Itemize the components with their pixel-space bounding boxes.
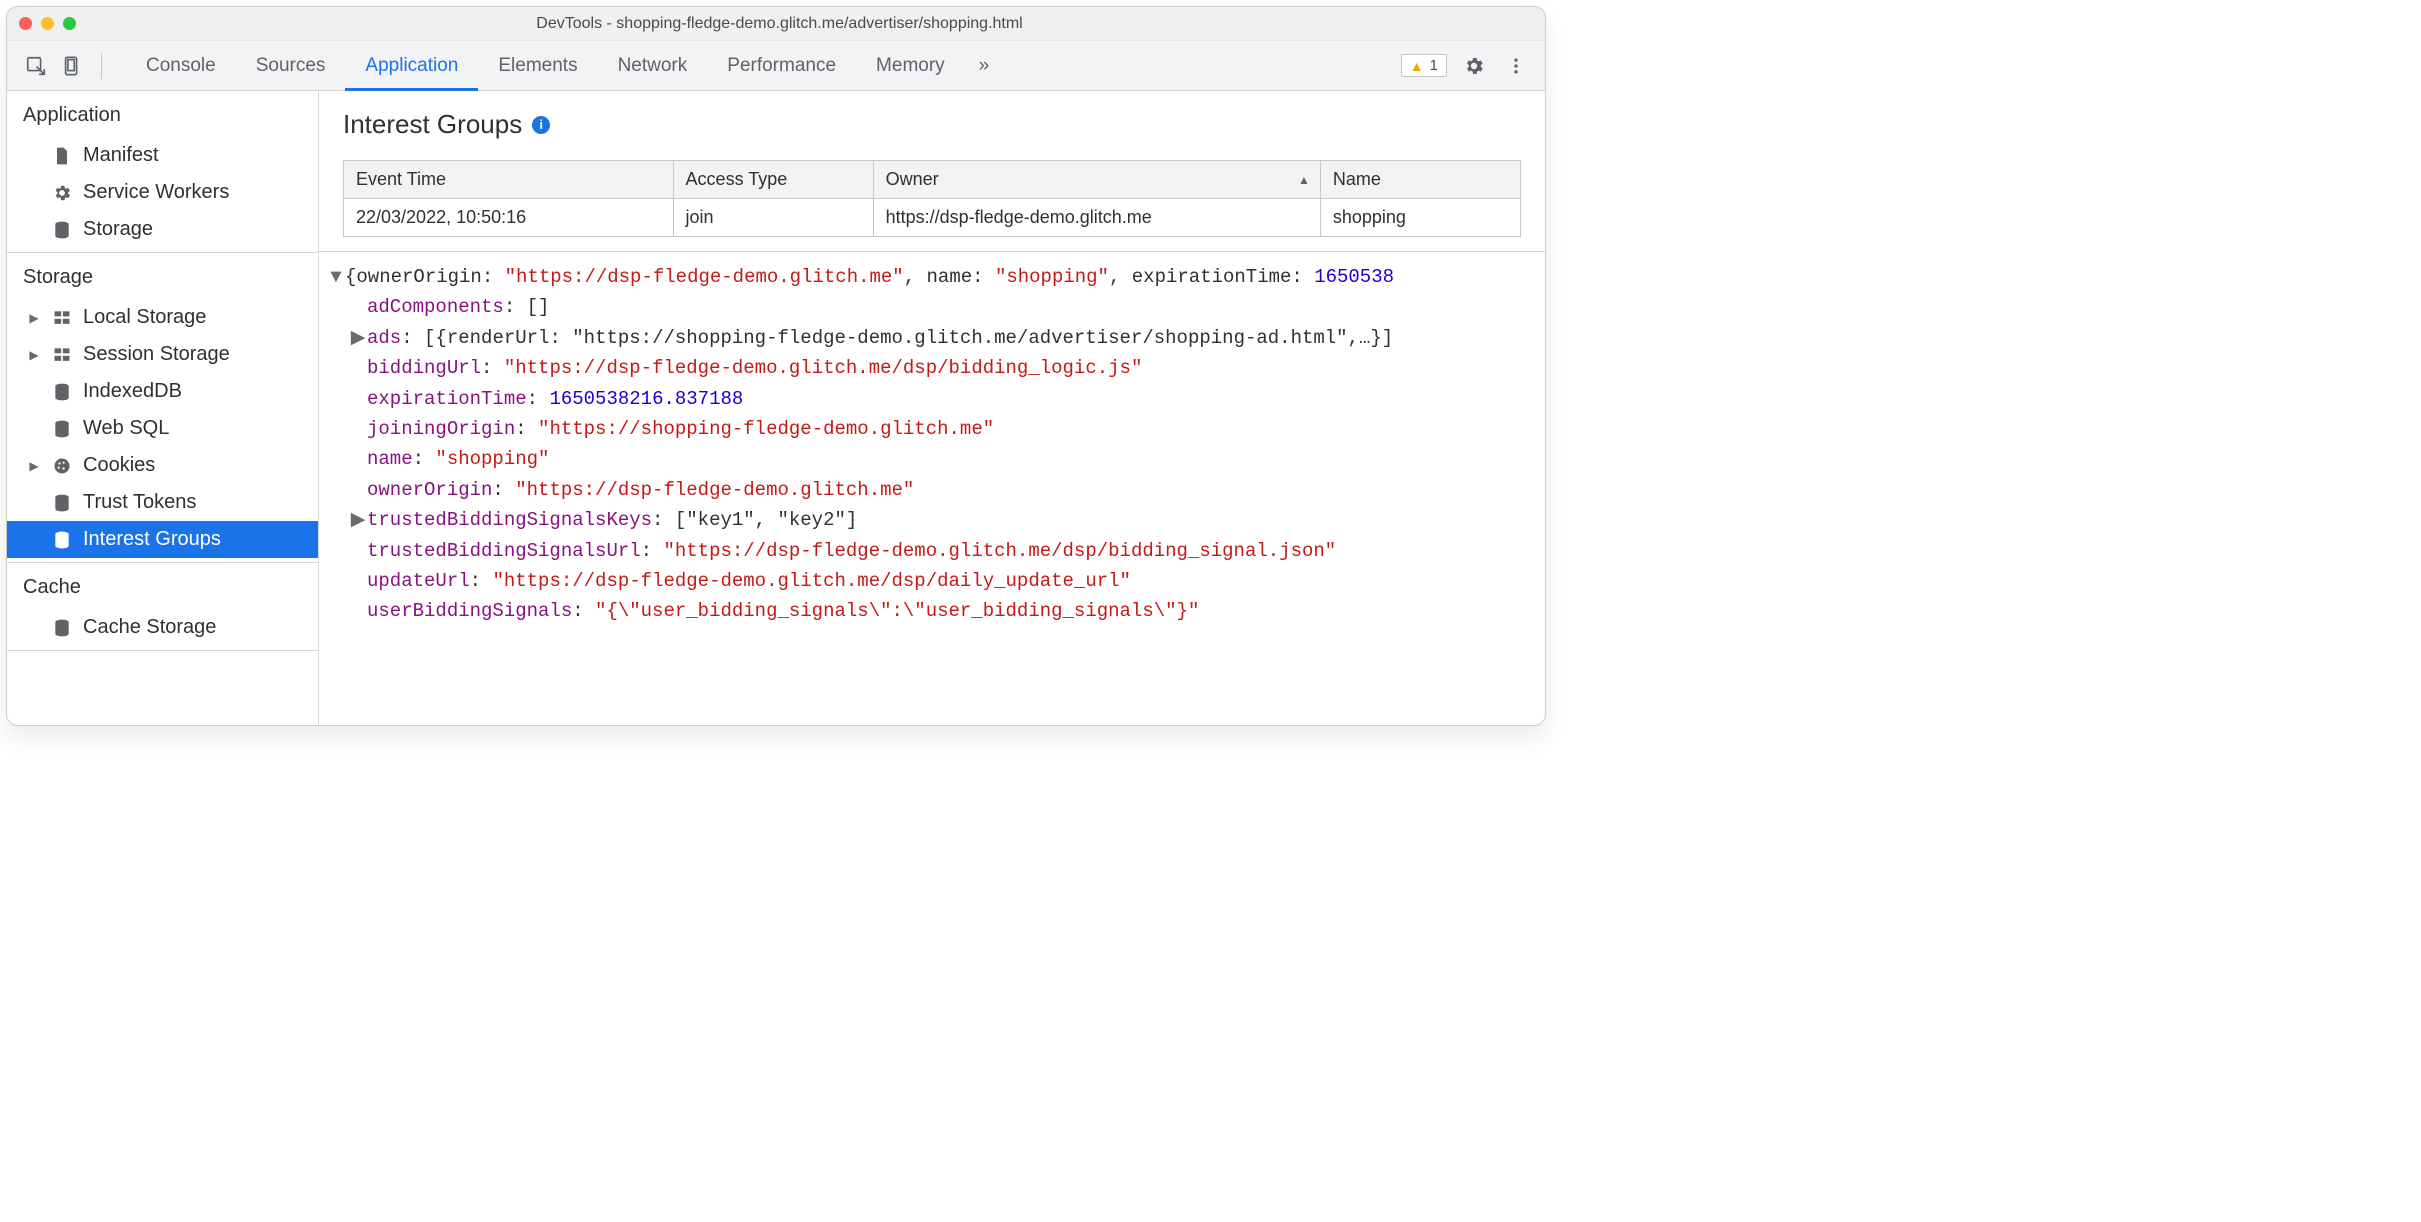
- toolbar-divider: [101, 53, 102, 79]
- sidebar-item-label: Local Storage: [83, 306, 206, 329]
- db-icon: [51, 418, 73, 440]
- issues-badge[interactable]: ▲ 1: [1401, 54, 1447, 77]
- grid-icon: [51, 344, 73, 366]
- db-icon: [51, 529, 73, 551]
- panel-title: Interest Groups: [343, 109, 522, 140]
- sidebar-item-trust-tokens[interactable]: Trust Tokens: [7, 484, 318, 521]
- main: Application Manifest Service Workers Storag…: [7, 91, 1545, 725]
- content: Interest Groups i Event Time Access Type…: [319, 91, 1545, 725]
- tab-performance[interactable]: Performance: [707, 41, 856, 90]
- toolbar-right: ▲ 1: [1401, 41, 1545, 90]
- toggle-collapsed-icon[interactable]: ▶: [349, 323, 367, 353]
- device-icon[interactable]: [57, 51, 87, 81]
- window-title: DevTools - shopping-fledge-demo.glitch.m…: [76, 15, 1533, 33]
- table-row[interactable]: 22/03/2022, 10:50:16 join https://dsp-fl…: [344, 199, 1521, 237]
- cell-name: shopping: [1320, 199, 1520, 237]
- cell-event-time: 22/03/2022, 10:50:16: [344, 199, 674, 237]
- grid-icon: [51, 307, 73, 329]
- chevron-right-icon: ▶: [27, 311, 41, 325]
- sidebar-item-indexeddb[interactable]: IndexedDB: [7, 373, 318, 410]
- events-table: Event Time Access Type Owner▲ Name 22/03…: [343, 160, 1521, 237]
- sidebar-item-label: Session Storage: [83, 343, 230, 366]
- sort-asc-icon: ▲: [1298, 173, 1310, 187]
- sidebar-item-storage[interactable]: Storage: [7, 211, 318, 248]
- sidebar-item-label: Cache Storage: [83, 616, 216, 639]
- cookie-icon: [51, 455, 73, 477]
- sidebar-item-label: Cookies: [83, 454, 155, 477]
- sidebar-item-cookies[interactable]: ▶ Cookies: [7, 447, 318, 484]
- object-inspector[interactable]: ▼{ownerOrigin: "https://dsp-fledge-demo.…: [319, 251, 1545, 725]
- tabs-overflow-icon[interactable]: »: [965, 41, 1004, 90]
- sidebar-item-web-sql[interactable]: Web SQL: [7, 410, 318, 447]
- sidebar-section-title: Application: [7, 91, 318, 137]
- toggle-collapsed-icon[interactable]: ▶: [349, 505, 367, 535]
- sidebar-item-label: Trust Tokens: [83, 491, 196, 514]
- devtools-window: DevTools - shopping-fledge-demo.glitch.m…: [6, 6, 1546, 726]
- issues-count: 1: [1430, 57, 1438, 74]
- sidebar: Application Manifest Service Workers Storag…: [7, 91, 319, 725]
- sidebar-section-title: Cache: [7, 563, 318, 609]
- col-name[interactable]: Name: [1320, 161, 1520, 199]
- sidebar-item-cache-storage[interactable]: Cache Storage: [7, 609, 318, 646]
- db-icon: [51, 492, 73, 514]
- inspect-icon[interactable]: [21, 51, 51, 81]
- toolbar: ConsoleSourcesApplicationElementsNetwork…: [7, 41, 1545, 91]
- panel-tabs: ConsoleSourcesApplicationElementsNetwork…: [126, 41, 965, 90]
- info-icon[interactable]: i: [532, 116, 550, 134]
- db-icon: [51, 219, 73, 241]
- sidebar-item-label: Storage: [83, 218, 153, 241]
- db-icon: [51, 381, 73, 403]
- tab-sources[interactable]: Sources: [236, 41, 346, 90]
- col-access-type[interactable]: Access Type: [673, 161, 873, 199]
- settings-icon[interactable]: [1459, 51, 1489, 81]
- tab-elements[interactable]: Elements: [478, 41, 597, 90]
- toolbar-left: [21, 41, 120, 90]
- close-dot[interactable]: [19, 17, 32, 30]
- cell-access-type: join: [673, 199, 873, 237]
- sidebar-section-title: Storage: [7, 253, 318, 299]
- events-table-wrap: Event Time Access Type Owner▲ Name 22/03…: [319, 154, 1545, 237]
- tab-application[interactable]: Application: [345, 41, 478, 90]
- sidebar-item-interest-groups[interactable]: Interest Groups: [7, 521, 318, 558]
- chevron-right-icon: ▶: [27, 459, 41, 473]
- warning-icon: ▲: [1410, 58, 1424, 74]
- minimize-dot[interactable]: [41, 17, 54, 30]
- sidebar-item-label: Interest Groups: [83, 528, 221, 551]
- sidebar-item-label: Web SQL: [83, 417, 169, 440]
- gear-icon: [51, 182, 73, 204]
- tab-console[interactable]: Console: [126, 41, 236, 90]
- col-owner[interactable]: Owner▲: [873, 161, 1320, 199]
- sidebar-item-label: Manifest: [83, 144, 159, 167]
- sidebar-item-session-storage[interactable]: ▶ Session Storage: [7, 336, 318, 373]
- col-event-time[interactable]: Event Time: [344, 161, 674, 199]
- kebab-icon[interactable]: [1501, 51, 1531, 81]
- window-controls: [19, 17, 76, 30]
- cell-owner: https://dsp-fledge-demo.glitch.me: [873, 199, 1320, 237]
- tab-network[interactable]: Network: [598, 41, 708, 90]
- toggle-expanded-icon[interactable]: ▼: [327, 262, 345, 292]
- panel-header: Interest Groups i: [319, 91, 1545, 154]
- sidebar-item-label: IndexedDB: [83, 380, 182, 403]
- sidebar-item-label: Service Workers: [83, 181, 229, 204]
- sidebar-item-manifest[interactable]: Manifest: [7, 137, 318, 174]
- file-icon: [51, 145, 73, 167]
- table-header-row: Event Time Access Type Owner▲ Name: [344, 161, 1521, 199]
- sidebar-divider: [7, 650, 318, 651]
- zoom-dot[interactable]: [63, 17, 76, 30]
- sidebar-item-local-storage[interactable]: ▶ Local Storage: [7, 299, 318, 336]
- titlebar: DevTools - shopping-fledge-demo.glitch.m…: [7, 7, 1545, 41]
- sidebar-item-service-workers[interactable]: Service Workers: [7, 174, 318, 211]
- chevron-right-icon: ▶: [27, 348, 41, 362]
- tab-memory[interactable]: Memory: [856, 41, 965, 90]
- db-icon: [51, 617, 73, 639]
